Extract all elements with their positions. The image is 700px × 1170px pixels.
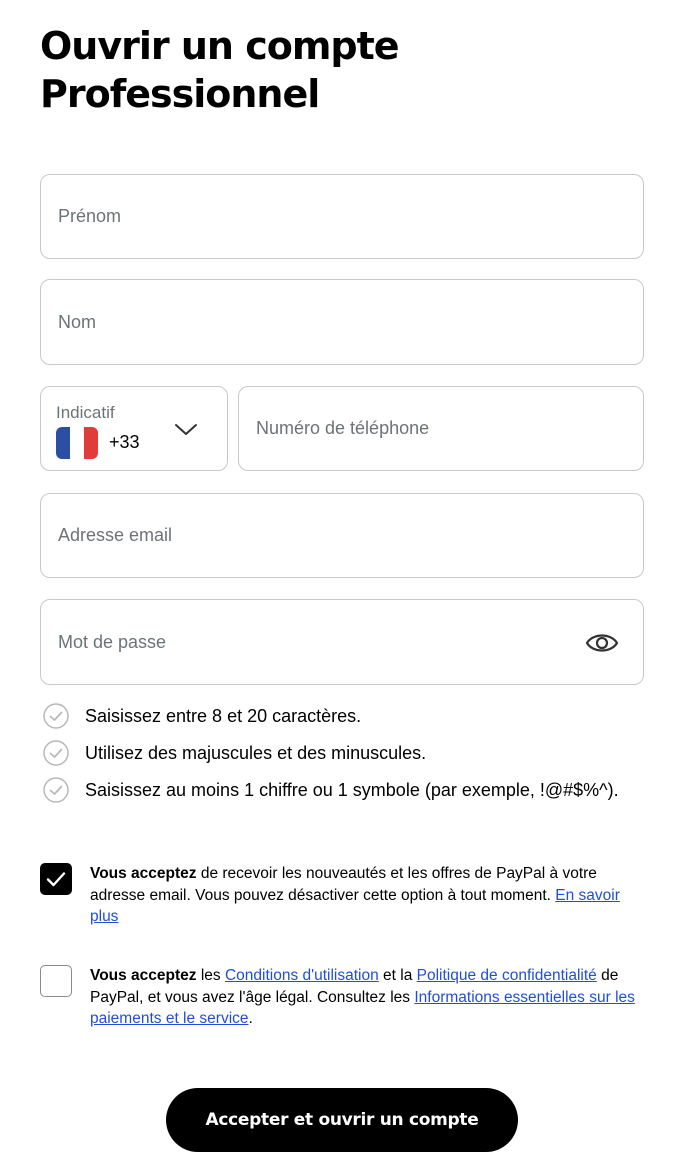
privacy-policy-link[interactable]: Politique de confidentialité (417, 967, 597, 984)
consent-bold-text: Vous acceptez (90, 967, 197, 984)
page-title: Ouvrir un compte Professionnel (40, 22, 400, 118)
password-rule-text: Utilisez des majuscules et des minuscule… (85, 742, 427, 763)
last-name-input[interactable] (56, 280, 628, 364)
password-rule-text: Saisissez entre 8 et 20 caractères. (85, 705, 362, 726)
password-rule-symbol: Saisissez au moins 1 chiffre ou 1 symbol… (43, 777, 619, 803)
phone-number-input[interactable] (254, 387, 628, 470)
country-code-value: +33 (109, 432, 140, 452)
check-circle-icon (43, 703, 69, 729)
chevron-down-icon[interactable] (173, 417, 199, 441)
page-title-line-2: Professionnel (40, 72, 320, 116)
check-circle-icon (43, 740, 69, 766)
consent-text: . (248, 1010, 253, 1027)
phone-number-field[interactable] (238, 386, 644, 471)
checkmark-icon (46, 872, 66, 887)
password-rule-case: Utilisez des majuscules et des minuscule… (43, 740, 426, 766)
marketing-consent: Vous acceptez de recevoir les nouveautés… (40, 863, 650, 927)
terms-consent: Vous acceptez les Conditions d'utilisati… (40, 965, 650, 1029)
consent-text: et la (378, 967, 417, 984)
marketing-consent-text: Vous acceptez de recevoir les nouveautés… (90, 863, 650, 928)
terms-of-use-link[interactable]: Conditions d'utilisation (225, 967, 379, 984)
eye-icon[interactable] (585, 628, 619, 658)
consent-text: les (196, 967, 225, 984)
france-flag-icon (56, 427, 98, 459)
terms-consent-checkbox[interactable] (40, 965, 72, 997)
password-input[interactable] (56, 600, 573, 684)
marketing-consent-checkbox[interactable] (40, 863, 72, 895)
terms-consent-text: Vous acceptez les Conditions d'utilisati… (90, 965, 650, 1030)
first-name-field[interactable] (40, 174, 644, 259)
email-input[interactable] (56, 494, 628, 577)
consent-bold-text: Vous acceptez (90, 865, 197, 882)
country-code-select[interactable]: Indicatif +33 (40, 386, 228, 471)
first-name-input[interactable] (56, 175, 628, 258)
check-circle-icon (43, 777, 69, 803)
submit-button[interactable]: Accepter et ouvrir un compte (166, 1088, 518, 1152)
last-name-field[interactable] (40, 279, 644, 365)
country-code-label: Indicatif (56, 403, 115, 422)
email-field[interactable] (40, 493, 644, 578)
password-rule-text: Saisissez au moins 1 chiffre ou 1 symbol… (85, 779, 619, 800)
page-title-line-1: Ouvrir un compte (40, 24, 400, 68)
password-rule-length: Saisissez entre 8 et 20 caractères. (43, 703, 361, 729)
password-field[interactable] (40, 599, 644, 685)
